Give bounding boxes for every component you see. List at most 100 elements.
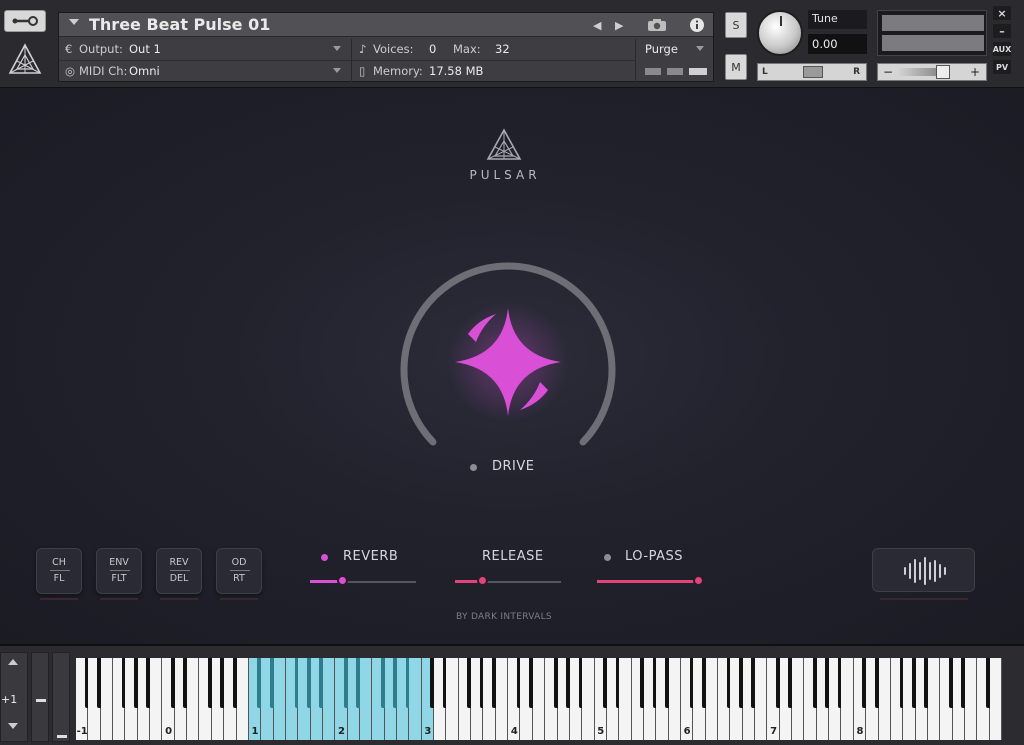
white-key[interactable] [964,658,978,740]
white-key[interactable] [619,658,632,740]
release-label: RELEASE [482,549,544,564]
pulsar-logo-icon [486,128,522,162]
octave-label: -1 [76,726,88,737]
chorus-flanger-button[interactable]: CH FL [36,548,82,594]
octave-label: 5 [597,726,605,737]
instrument-header: Three Beat Pulse 01 ◀ ▶ € Output: Out 1 … [0,0,1024,88]
output-dropdown-icon[interactable] [333,46,341,51]
octave-down-icon[interactable] [8,723,18,729]
reverb-label: REVERB [343,549,399,564]
wrench-icon[interactable] [4,10,46,32]
purge-meter-segment [667,68,683,75]
octave-label: 6 [683,726,691,737]
pitch-wheel[interactable] [31,652,49,742]
white-key[interactable] [705,658,719,740]
octave-label: 2 [337,726,345,737]
tune-label: Tune [808,10,867,29]
minimize-button[interactable]: – [993,24,1011,38]
lo-pass-label: LO-PASS [625,549,683,564]
reverb-delay-button[interactable]: REV DEL [156,548,202,594]
octave-label: 4 [510,726,518,737]
piano-keyboard[interactable]: -1 0 1 2 3 4 5 6 7 8 [76,658,1002,740]
envelope-filter-button[interactable]: ENV FLT [96,548,142,594]
lo-pass-slider-thumb[interactable] [693,575,704,586]
octave-label: 1 [251,726,259,737]
waveform-button[interactable] [872,548,975,592]
fx-label-bottom: FLT [111,573,127,584]
white-key[interactable] [446,658,459,740]
fx-indicator [100,598,138,600]
tune-value[interactable]: 0.00 [808,34,867,54]
reverb-slider-thumb[interactable] [337,575,348,586]
fx-label-top: CH [52,557,66,568]
purge-menu[interactable]: Purge [645,42,678,56]
close-button[interactable]: × [993,6,1011,20]
tune-knob[interactable] [757,10,803,56]
pan-handle[interactable] [803,66,823,78]
divider [351,39,352,83]
octave-up-icon[interactable] [8,659,18,665]
pv-button[interactable]: PV [993,60,1011,74]
lo-pass-slider-fill [597,580,698,583]
output-icon: € [65,42,73,56]
next-arrow-icon[interactable]: ▶ [615,19,623,32]
memory-value: 17.58 MB [429,64,484,78]
fx-separator [50,570,70,571]
white-key[interactable] [273,658,286,740]
white-key[interactable] [989,658,1002,740]
divider [635,39,636,83]
info-icon[interactable] [679,13,715,37]
fx-label-top: OD [231,557,247,568]
midi-dropdown-icon[interactable] [333,68,341,73]
volume-handle[interactable] [936,65,950,79]
white-key[interactable] [359,658,373,740]
reverb-indicator [321,554,328,561]
purge-dropdown-icon[interactable] [696,46,704,51]
mod-wheel[interactable] [52,652,70,742]
pan-slider[interactable]: L R [757,63,867,81]
fx-separator [230,570,250,571]
output-value[interactable]: Out 1 [129,42,161,56]
white-key[interactable] [100,658,114,740]
chevron-down-icon[interactable] [69,19,79,25]
mod-wheel-marker [57,735,67,738]
fx-label-top: ENV [109,557,129,568]
pan-left-label: L [762,67,768,77]
volume-plus: + [969,65,980,79]
volume-slider[interactable]: − + [877,63,987,81]
fx-label-bottom: RT [233,573,245,584]
octave-value: +1 [1,693,18,706]
voices-value: 0 [429,42,437,56]
waveform-icon [904,557,946,585]
tune-display: Tune 0.00 [808,10,867,54]
octave-shift: +1 [0,652,28,742]
solo-button[interactable]: S [725,12,747,38]
white-key[interactable] [927,658,941,740]
divider [59,60,351,61]
brand-name: PULSAR [469,168,541,182]
midi-channel-value[interactable]: Omni [129,64,160,78]
memory-label: Memory: [373,64,423,78]
drive-label: DRIVE [492,459,535,474]
overdrive-rotary-button[interactable]: OD RT [216,548,262,594]
max-voices-value[interactable]: 32 [495,42,510,56]
octave-label: 8 [856,726,864,737]
instrument-name[interactable]: Three Beat Pulse 01 [89,15,270,34]
pitch-wheel-marker [36,699,46,702]
purge-meter-segment [645,68,661,75]
release-slider-thumb[interactable] [477,575,488,586]
drive-knob[interactable] [392,252,624,452]
camera-icon[interactable] [637,13,677,37]
output-label: Output: [79,42,123,56]
white-key[interactable] [187,658,200,740]
instrument-logo-icon [6,40,44,78]
previous-arrow-icon[interactable]: ◀ [593,19,601,32]
white-key[interactable] [792,658,805,740]
fx-indicator [40,598,78,600]
white-key[interactable] [878,658,891,740]
white-key[interactable] [532,658,546,740]
max-voices-label: Max: [453,42,481,56]
aux-button[interactable]: AUX [993,42,1011,56]
fx-label-top: REV [169,557,189,568]
mute-button[interactable]: M [725,54,747,80]
